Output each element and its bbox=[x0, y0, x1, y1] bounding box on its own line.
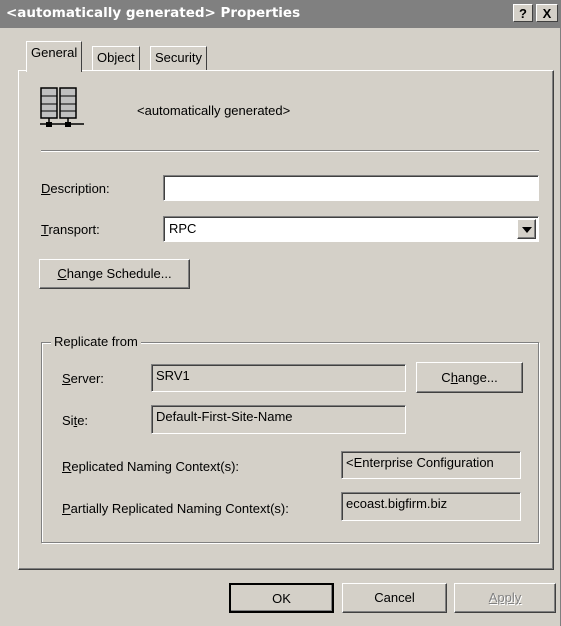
server-label: Server: bbox=[62, 371, 104, 386]
properties-window: <automatically generated> Properties ? X… bbox=[0, 0, 561, 626]
change-server-button[interactable]: Change... bbox=[416, 362, 523, 393]
apply-button[interactable]: Apply bbox=[454, 583, 556, 613]
tab-label: General bbox=[31, 45, 78, 60]
tab-object[interactable]: Object bbox=[92, 46, 140, 70]
replicated-naming-context-field: <Enterprise Configuration bbox=[341, 451, 521, 479]
close-button[interactable]: X bbox=[536, 4, 558, 22]
transport-label: Transport: bbox=[41, 222, 100, 237]
tab-general[interactable]: General bbox=[26, 41, 83, 72]
description-label: Description: bbox=[41, 181, 110, 196]
chevron-down-icon bbox=[522, 227, 532, 233]
title-bar[interactable]: <automatically generated> Properties ? X bbox=[0, 0, 561, 28]
tab-security[interactable]: Security bbox=[150, 46, 207, 70]
description-field[interactable] bbox=[163, 175, 539, 201]
tab-label: Object bbox=[97, 50, 135, 65]
object-name: <automatically generated> bbox=[137, 103, 291, 118]
transport-dropdown-button[interactable] bbox=[517, 219, 536, 239]
server-field: SRV1 bbox=[151, 364, 406, 392]
site-field: Default-First-Site-Name bbox=[151, 405, 406, 434]
site-label: Site: bbox=[62, 413, 89, 428]
tab-label: Security bbox=[155, 50, 202, 65]
transport-select[interactable]: RPC bbox=[163, 216, 539, 242]
connection-object-icon bbox=[38, 86, 88, 132]
window-title: <automatically generated> Properties bbox=[6, 5, 301, 21]
partially-replicated-naming-context-field: ecoast.bigfirm.biz bbox=[341, 492, 521, 521]
separator bbox=[41, 150, 539, 152]
transport-value: RPC bbox=[169, 221, 197, 236]
change-schedule-button[interactable]: Change Schedule... bbox=[39, 259, 190, 289]
replicate-from-legend: Replicate from bbox=[51, 334, 141, 349]
partially-replicated-naming-context-label: Partially Replicated Naming Context(s): bbox=[62, 501, 289, 516]
replicated-naming-context-label: Replicated Naming Context(s): bbox=[62, 459, 240, 474]
cancel-button[interactable]: Cancel bbox=[342, 583, 447, 613]
help-button[interactable]: ? bbox=[513, 4, 533, 22]
ok-button[interactable]: OK bbox=[229, 583, 334, 613]
